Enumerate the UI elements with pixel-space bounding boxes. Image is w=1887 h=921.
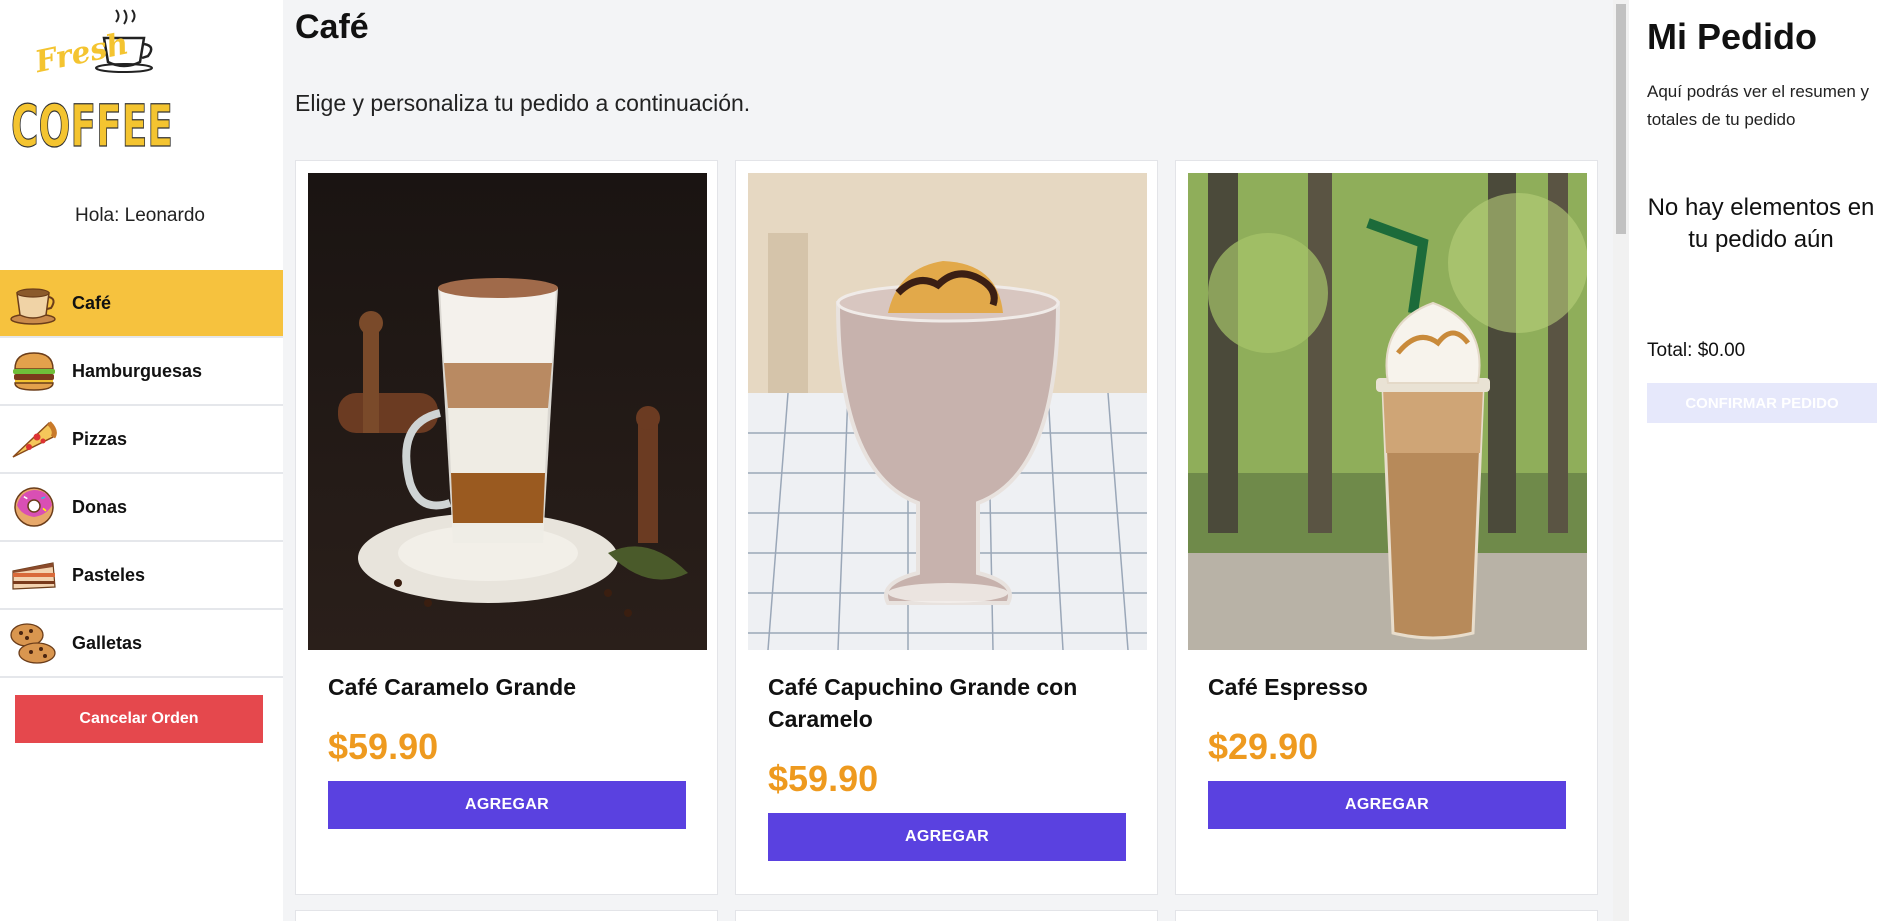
order-total: Total: $0.00 — [1647, 340, 1746, 361]
order-empty-message: No hay elementos en tu pedido aún — [1647, 194, 1875, 253]
product-card: Café Caramelo Grande $59.90 AGREGAR — [295, 160, 718, 895]
cancel-order-button[interactable]: Cancelar Orden — [15, 695, 263, 743]
add-to-order-button[interactable]: AGREGAR — [768, 813, 1126, 861]
category-list: Café Hamburguesas Pizzas Donas Pasteles … — [0, 270, 283, 678]
product-image-layered-latte — [308, 173, 707, 650]
main-scrollbar[interactable] — [1613, 0, 1629, 921]
category-item-galletas[interactable]: Galletas — [0, 610, 283, 678]
cookies-icon — [6, 618, 62, 668]
order-description: Aquí podrás ver el resumen y totales de … — [1647, 82, 1870, 129]
order-panel: Mi Pedido Aquí podrás ver el resumen y t… — [1629, 0, 1887, 921]
add-to-order-button[interactable]: AGREGAR — [328, 781, 686, 829]
product-price: $59.90 — [328, 726, 439, 767]
page-title: Café — [295, 8, 369, 46]
product-card-next-row — [295, 910, 718, 921]
category-label: Hamburguesas — [72, 360, 203, 381]
category-label: Café — [72, 292, 112, 313]
order-title: Mi Pedido — [1647, 16, 1817, 57]
product-card-next-row — [1175, 910, 1598, 921]
cake-slice-icon — [6, 550, 62, 600]
product-card-next-row — [735, 910, 1158, 921]
product-price: $59.90 — [768, 758, 879, 799]
category-item-pasteles[interactable]: Pasteles — [0, 542, 283, 610]
category-label: Galletas — [72, 632, 143, 653]
category-item-cafe[interactable]: Café — [0, 270, 283, 338]
product-image-mocha-frappe — [748, 173, 1147, 650]
scrollbar-thumb[interactable] — [1616, 4, 1626, 234]
user-greeting: Hola: Leonardo — [75, 205, 205, 226]
product-area: Café Elige y personaliza tu pedido a con… — [283, 0, 1613, 921]
category-item-pizzas[interactable]: Pizzas — [0, 406, 283, 474]
coffee-cup-icon — [6, 278, 62, 328]
add-to-order-button[interactable]: AGREGAR — [1208, 781, 1566, 829]
svg-text:COFFEE: COFFEE — [11, 92, 173, 153]
category-label: Pizzas — [72, 428, 128, 449]
donut-icon — [6, 482, 62, 532]
category-label: Donas — [72, 496, 128, 517]
product-name: Café Espresso — [1208, 674, 1368, 700]
sidebar: Fresh COFFEE Hola: Leonardo Café Hamburg… — [0, 0, 283, 921]
category-item-donas[interactable]: Donas — [0, 474, 283, 542]
product-card: Café Espresso $29.90 AGREGAR — [1175, 160, 1598, 895]
pizza-slice-icon — [6, 414, 62, 464]
product-name: Café Caramelo Grande — [328, 674, 576, 700]
burger-icon — [6, 346, 62, 396]
product-name: Café Capuchino Grande con Caramelo — [768, 674, 1078, 732]
fresh-coffee-logo: Fresh COFFEE — [8, 8, 178, 161]
product-card: Café Capuchino Grande con Caramelo $59.9… — [735, 160, 1158, 895]
confirm-order-button[interactable]: CONFIRMAR PEDIDO — [1647, 383, 1877, 423]
page-subtitle: Elige y personaliza tu pedido a continua… — [295, 90, 751, 116]
product-price: $29.90 — [1208, 726, 1319, 767]
product-image-iced-frappe — [1188, 173, 1587, 650]
category-label: Pasteles — [72, 564, 146, 585]
category-item-hamburguesas[interactable]: Hamburguesas — [0, 338, 283, 406]
